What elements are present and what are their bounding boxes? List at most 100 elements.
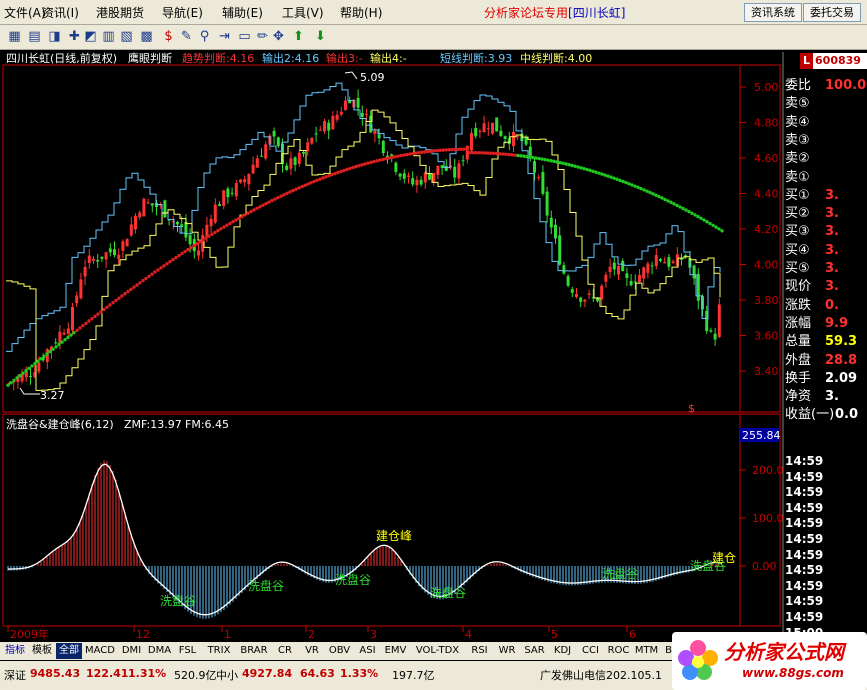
stock-code-box[interactable]: L 600839	[800, 53, 867, 69]
price-tick-label: 3.40	[754, 365, 779, 378]
tab-vol-tdx[interactable]: VOL-TDX	[410, 643, 465, 659]
sub-tick-label: 100.0	[752, 512, 784, 525]
crosshair-icon[interactable]: ✚	[66, 28, 83, 45]
candle	[310, 137, 314, 144]
tab-rsi[interactable]: RSI	[466, 643, 493, 659]
trend-ma-dot	[672, 202, 676, 206]
candle	[360, 113, 364, 117]
trend-ma-dot	[33, 361, 37, 366]
trend-ma-dot	[144, 276, 148, 281]
tab-emv[interactable]: EMV	[382, 643, 409, 659]
tab-sar[interactable]: SAR	[521, 643, 548, 659]
candle	[600, 285, 604, 300]
trend-ma-dot	[432, 149, 436, 153]
trend-ma-dot	[351, 165, 355, 170]
trend-ma-dot	[609, 175, 613, 179]
quote-value: 0.	[825, 297, 839, 313]
quote-label: 现价	[785, 279, 812, 295]
tab-roc[interactable]: ROC	[605, 643, 632, 659]
candle	[276, 137, 280, 147]
trend-ma-dot	[15, 376, 19, 380]
trend-ma-dot	[273, 197, 277, 201]
menu-item-0[interactable]: 文件(A)	[4, 4, 46, 21]
trend-ma-dot	[132, 285, 136, 289]
panel-icon[interactable]: ◨	[46, 28, 63, 45]
tab-cr[interactable]: CR	[272, 643, 298, 659]
tab-指标[interactable]: 指标	[2, 643, 28, 659]
trend-ma-dot	[465, 147, 469, 151]
trend-ma-dot	[693, 213, 697, 217]
link-icon[interactable]: ⚲	[196, 28, 213, 45]
trend-ma-dot	[585, 167, 589, 172]
tab-dma[interactable]: DMA	[146, 643, 173, 659]
table-icon[interactable]: ▩	[138, 28, 155, 45]
trend-ma-dot	[519, 154, 523, 158]
menu-item-2[interactable]: 港股期货	[96, 4, 144, 21]
watermark-url: www.88gs.com	[742, 666, 844, 680]
dollar-icon[interactable]: $	[160, 28, 177, 45]
chart-area[interactable]: 四川长虹(日线,前复权) 鹰眼判断 趋势判断:4.16 输出2:4.16 输出3:- 输出…	[0, 50, 867, 640]
tab-cci[interactable]: CCI	[577, 643, 604, 659]
tab-macd[interactable]: MACD	[83, 643, 117, 659]
dollar-marker: $	[688, 402, 695, 415]
trend-ma-dot	[153, 270, 157, 274]
arrow-up-icon[interactable]: ⬆	[290, 28, 307, 45]
tab-obv[interactable]: OBV	[326, 643, 353, 659]
trend-ma-dot	[264, 201, 268, 206]
tab-kdj[interactable]: KDJ	[549, 643, 576, 659]
grid-icon[interactable]: ▦	[6, 28, 23, 45]
candle	[680, 258, 683, 260]
tab-mtm[interactable]: MTM	[633, 643, 660, 659]
candle	[239, 179, 242, 183]
trade-entrust-button[interactable]: 委托交易	[803, 3, 861, 22]
tab-brar[interactable]: BRAR	[237, 643, 271, 659]
info-system-button[interactable]: 资讯系统	[744, 3, 802, 22]
trend-ma-dot	[306, 182, 310, 186]
candle	[415, 179, 419, 186]
trend-ma-dot	[708, 221, 712, 226]
trend-ma-dot	[435, 148, 439, 153]
menu-item-5[interactable]: 工具(V)	[282, 4, 324, 21]
window-icon[interactable]: ▭	[236, 28, 253, 45]
trend-ma-dot	[378, 158, 382, 162]
tab-asi[interactable]: ASI	[354, 643, 381, 659]
candle	[717, 304, 721, 338]
sub-annotation-1: 洗盘谷	[160, 593, 196, 608]
candle	[323, 121, 326, 132]
trend-ma-dot	[720, 229, 724, 233]
tab-trix[interactable]: TRIX	[202, 643, 236, 659]
menu-item-1[interactable]: 资讯(I)	[42, 4, 79, 21]
tab-模板[interactable]: 模板	[29, 643, 55, 659]
time-label: 2	[308, 628, 315, 640]
candle	[608, 266, 612, 273]
layout-icon[interactable]: ◩	[82, 28, 99, 45]
candle	[549, 217, 553, 228]
tab-fsl[interactable]: FSL	[174, 643, 201, 659]
trade-time: 14:59	[785, 594, 824, 609]
list-icon[interactable]: ▤	[26, 28, 43, 45]
trend-ma-dot	[687, 209, 691, 214]
move-icon[interactable]: ✥	[270, 28, 287, 45]
quote-value: 3.	[825, 224, 839, 240]
export-icon[interactable]: ⇥	[216, 28, 233, 45]
tab-vr[interactable]: VR	[299, 643, 325, 659]
bars-icon[interactable]: ▥	[100, 28, 117, 45]
pencil-icon[interactable]: ✏	[254, 28, 271, 45]
menu-item-3[interactable]: 导航(E)	[162, 4, 203, 21]
menu-item-4[interactable]: 辅助(E)	[222, 4, 263, 21]
trend-ma-dot	[357, 164, 361, 168]
trend-ma-dot	[474, 151, 478, 155]
arrow-down-icon[interactable]: ⬇	[312, 28, 329, 45]
header-title: 四川长虹(日线,前复权)	[6, 51, 117, 65]
menu-item-6[interactable]: 帮助(H)	[340, 4, 382, 21]
trend-ma-dot	[180, 251, 184, 256]
tab-wr[interactable]: WR	[494, 643, 520, 659]
chart-icon[interactable]: ▧	[118, 28, 135, 45]
tab-dmi[interactable]: DMI	[118, 643, 145, 659]
candle	[150, 203, 154, 206]
trade-time: 14:59	[785, 532, 824, 546]
sub-tick-label: 0.00	[752, 560, 777, 573]
candle	[344, 100, 347, 110]
draw-icon[interactable]: ✎	[178, 28, 195, 45]
tab-全部[interactable]: 全部	[56, 643, 82, 659]
